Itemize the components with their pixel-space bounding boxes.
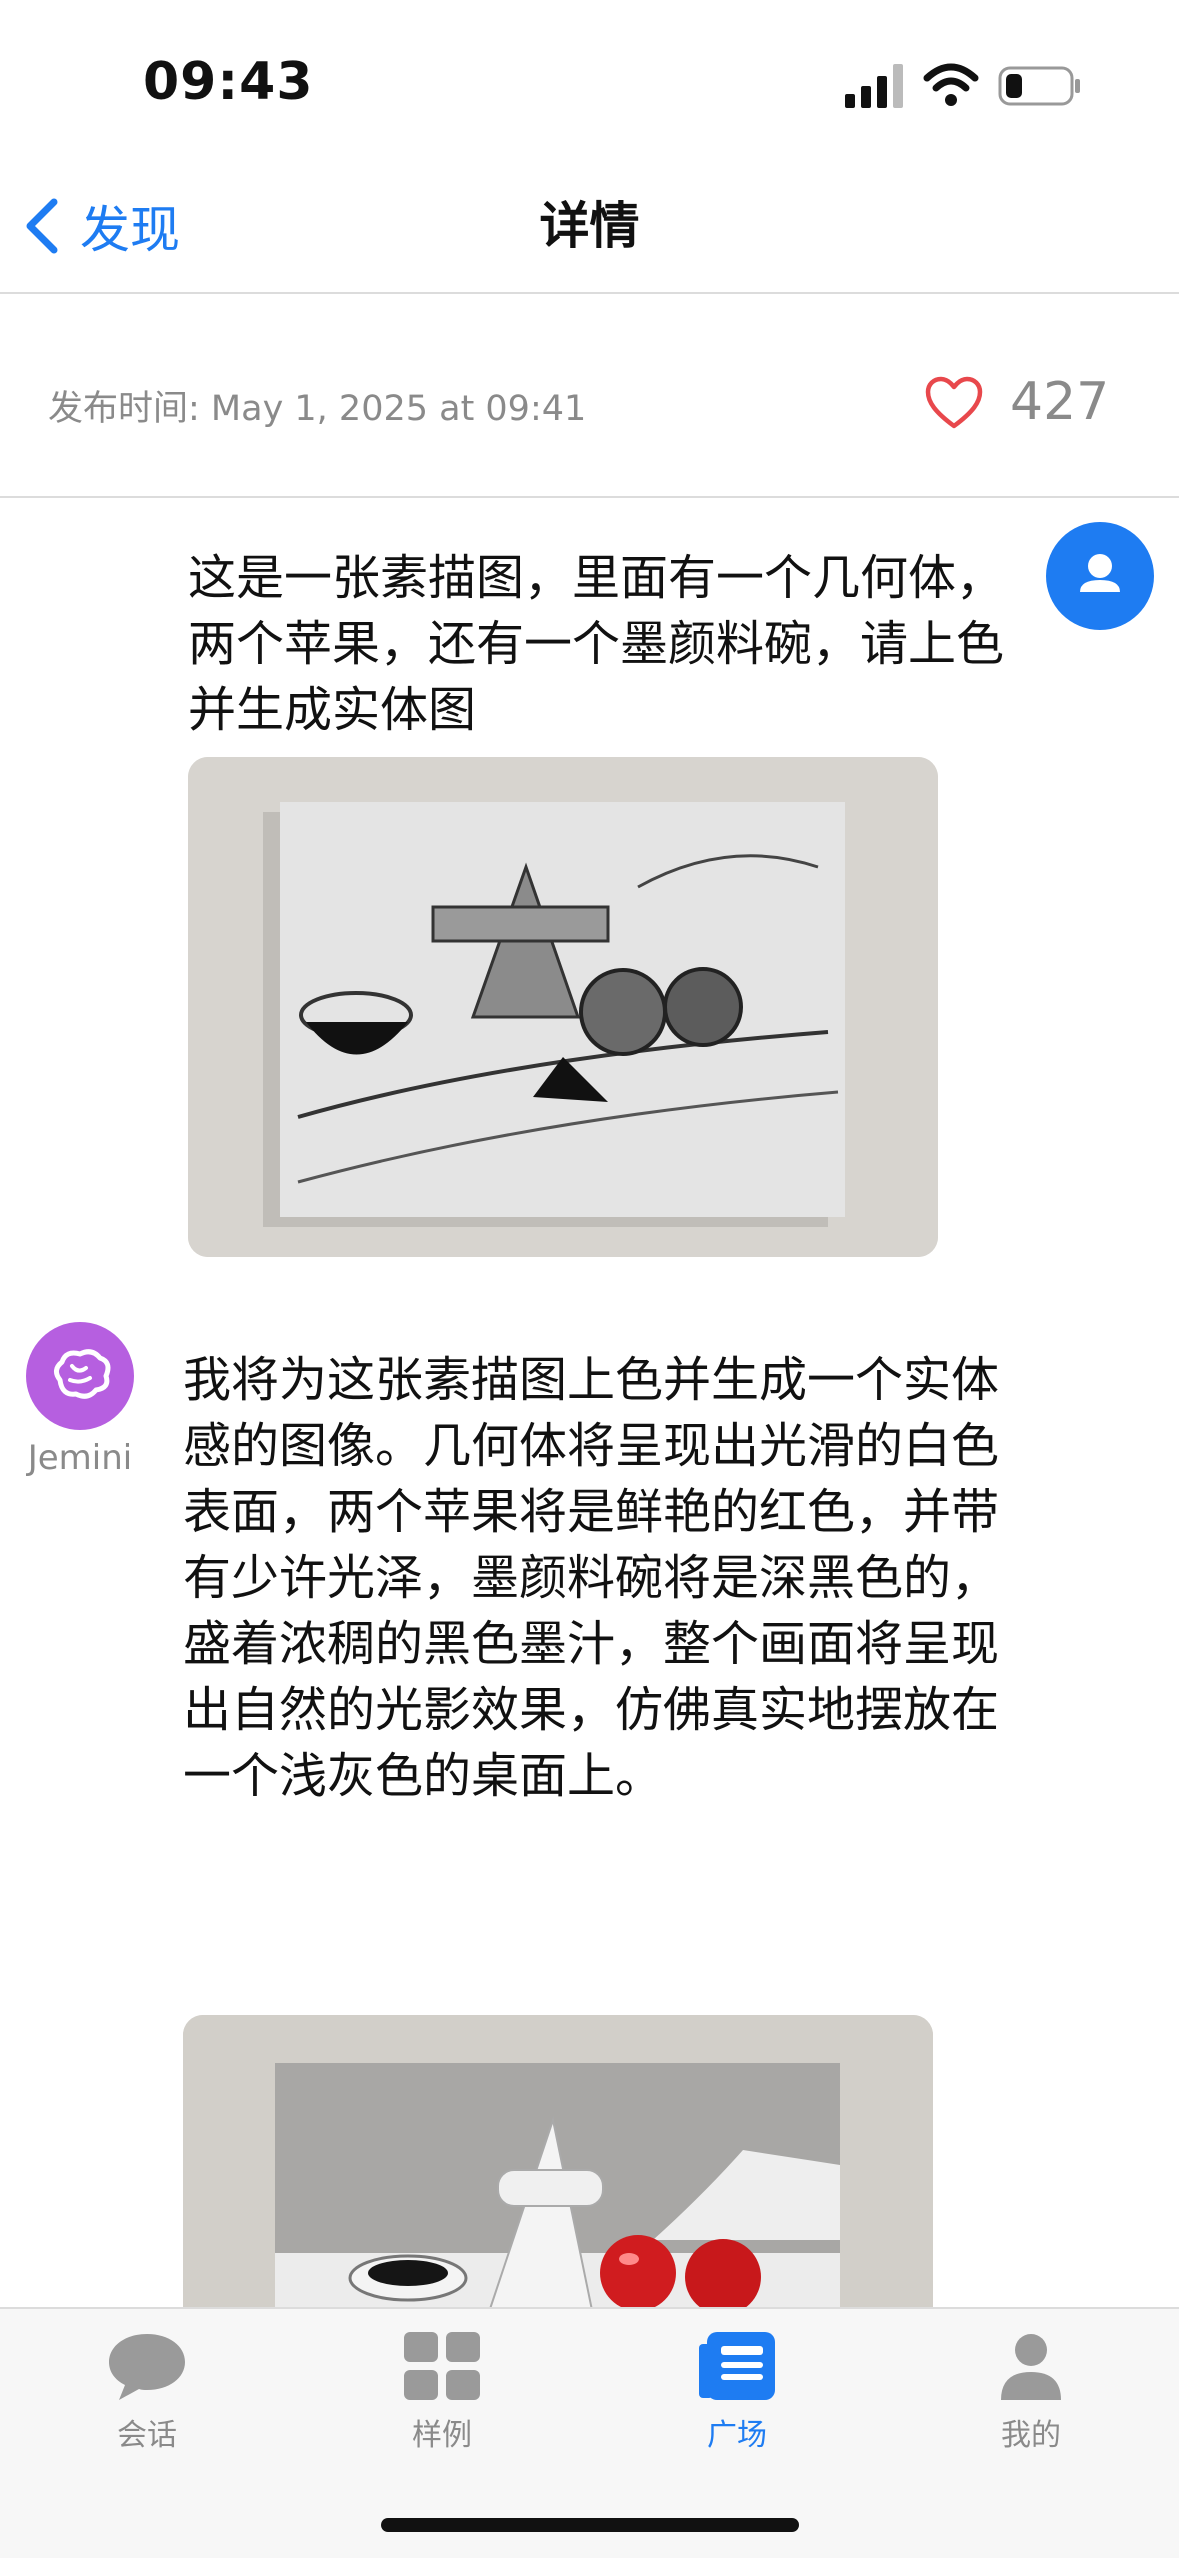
nav-divider xyxy=(0,292,1179,294)
sketch-image[interactable] xyxy=(188,757,938,1257)
home-indicator xyxy=(381,2518,799,2532)
wifi-icon xyxy=(923,63,979,106)
publish-time: 发布时间: May 1, 2025 at 09:41 xyxy=(48,389,587,429)
brain-icon xyxy=(54,1349,111,1399)
heart-icon[interactable] xyxy=(925,376,983,430)
ai-avatar[interactable] xyxy=(26,1322,134,1430)
status-time: 09:43 xyxy=(143,52,314,112)
person-icon xyxy=(1001,2334,1061,2400)
page-title: 详情 xyxy=(539,197,640,255)
person-icon xyxy=(1080,554,1120,592)
tab-examples[interactable]: 样例 xyxy=(342,2318,542,2454)
tab-me-label: 我的 xyxy=(1001,2418,1061,2453)
cellular-signal-icon xyxy=(845,64,903,108)
user-message-text: 这是一张素描图，里面有一个几何体，两个苹果，还有一个墨颜料碗，请上色并生成实体图 xyxy=(188,550,1005,738)
tab-chat-label: 会话 xyxy=(117,2418,177,2453)
ai-name: Jemini xyxy=(27,1438,133,1478)
battery-icon xyxy=(998,66,1080,106)
ai-message-text: 我将为这张素描图上色并生成一个实体感的图像。几何体将呈现出光滑的白色表面，两个苹… xyxy=(183,1352,1000,1804)
newspaper-icon xyxy=(699,2332,775,2400)
chat-bubble-icon xyxy=(109,2334,185,2400)
tab-examples-label: 样例 xyxy=(412,2418,472,2453)
grid-icon xyxy=(404,2332,480,2400)
like-count: 427 xyxy=(1010,372,1110,432)
tab-plaza-label: 广场 xyxy=(707,2418,767,2453)
tab-me[interactable]: 我的 xyxy=(931,2318,1131,2454)
meta-divider xyxy=(0,496,1179,498)
user-avatar[interactable] xyxy=(1046,522,1154,630)
tab-plaza[interactable]: 广场 xyxy=(637,2318,837,2454)
sketch-drawing xyxy=(188,757,938,1257)
tab-chat[interactable]: 会话 xyxy=(47,2318,247,2454)
